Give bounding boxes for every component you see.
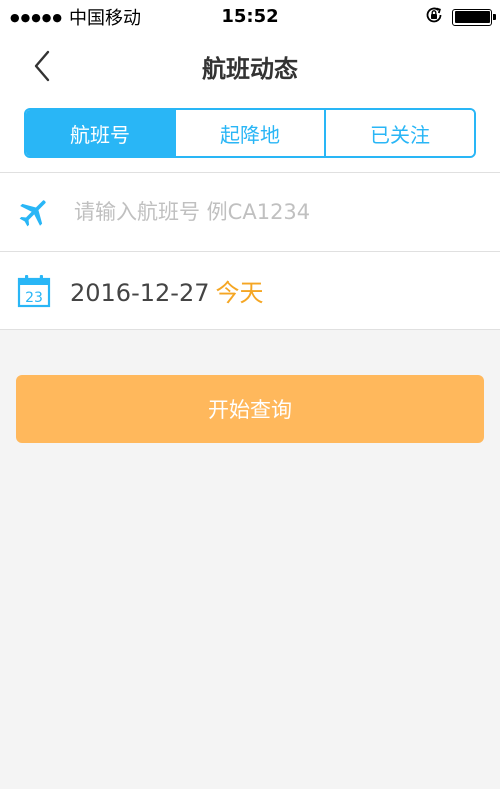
tab-flight-number[interactable]: 航班号: [26, 110, 174, 156]
status-bar: ●●●●● 中国移动 15:52: [0, 0, 500, 34]
search-mode-tabs: 航班号 起降地 已关注: [24, 108, 476, 158]
status-left: ●●●●● 中国移动: [10, 4, 141, 30]
battery-icon: [452, 8, 496, 26]
navigation-bar: 航班动态: [0, 34, 500, 98]
date-picker[interactable]: 2016-12-27 今天: [70, 273, 263, 308]
date-row[interactable]: 23 2016-12-27 今天: [0, 251, 500, 329]
today-label: 今天: [215, 279, 264, 307]
chevron-left-icon: [34, 50, 50, 82]
status-right: [424, 5, 496, 30]
page-title: 航班动态: [202, 54, 298, 83]
tab-followed[interactable]: 已关注: [324, 110, 474, 156]
header-area: ●●●●● 中国移动 15:52 航班动态 航班号 起降地 已关注: [0, 0, 500, 172]
carrier-name: 中国移动: [69, 8, 141, 29]
airplane-icon: [16, 194, 52, 230]
search-form: 23 2016-12-27 今天: [0, 172, 500, 330]
calendar-icon: 23: [16, 273, 52, 309]
tab-route[interactable]: 起降地: [174, 110, 324, 156]
battery-level: [454, 11, 490, 23]
signal-strength-icon: ●●●●●: [10, 10, 63, 24]
calendar-day: 23: [25, 290, 43, 306]
rotation-lock-icon: [424, 5, 444, 30]
date-value: 2016-12-27: [70, 279, 210, 307]
flight-number-row: [0, 173, 500, 251]
back-button[interactable]: [26, 50, 58, 82]
search-button[interactable]: 开始查询: [16, 375, 484, 443]
flight-number-input[interactable]: [74, 200, 474, 224]
